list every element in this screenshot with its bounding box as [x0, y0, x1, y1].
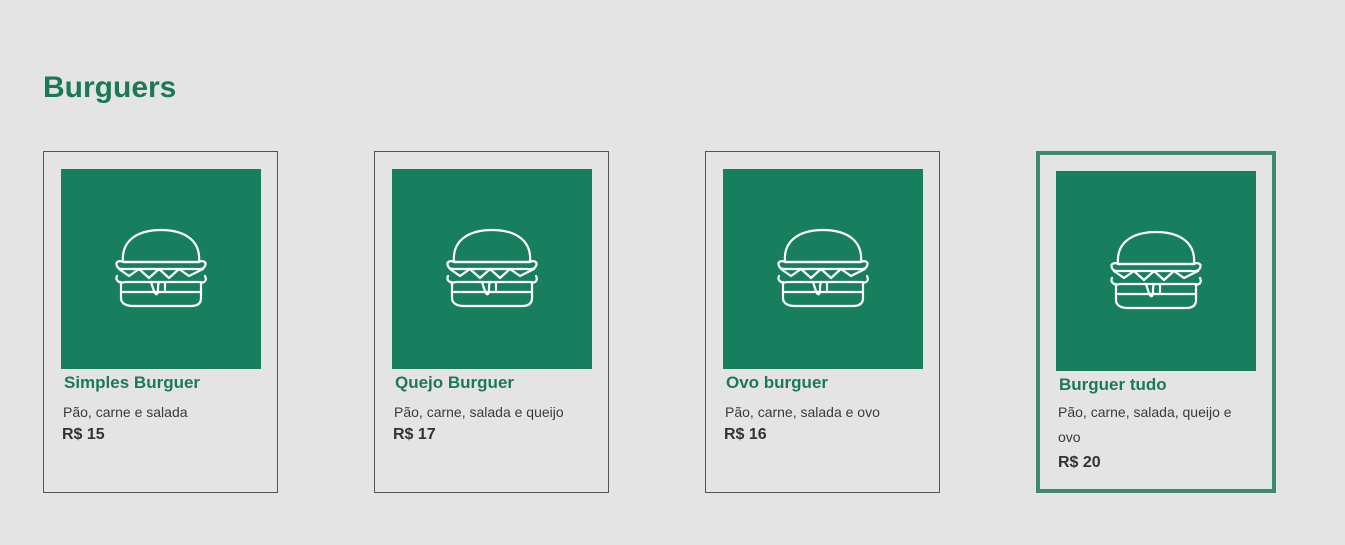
- product-description: Pão, carne e salada: [63, 404, 188, 420]
- product-description: Pão, carne, salada e ovo: [725, 404, 880, 420]
- product-card-quejo-burguer[interactable]: Quejo Burguer Pão, carne, salada e queij…: [374, 151, 609, 493]
- product-card-simples-burguer[interactable]: Simples Burguer Pão, carne e salada R$ 1…: [43, 151, 278, 493]
- product-name: Quejo Burguer: [395, 373, 515, 392]
- burger-icon: [446, 228, 538, 308]
- burger-icon: [777, 228, 869, 308]
- product-name: Simples Burguer: [64, 373, 201, 392]
- product-description: Pão, carne, salada, queijo e ovo: [1058, 404, 1232, 445]
- burger-icon: [1110, 230, 1202, 310]
- product-image: [61, 169, 261, 369]
- product-card-burguer-tudo[interactable]: Burguer tudo Pão, carne, salada, queijo …: [1036, 151, 1276, 493]
- product-image: [723, 169, 923, 369]
- product-price: R$ 17: [393, 426, 436, 443]
- product-grid: Simples Burguer Pão, carne e salada R$ 1…: [43, 151, 1283, 493]
- product-card-ovo-burguer[interactable]: Ovo burguer Pão, carne, salada e ovo R$ …: [705, 151, 940, 493]
- product-image: [1056, 171, 1256, 371]
- product-image: [392, 169, 592, 369]
- product-price: R$ 20: [1058, 454, 1101, 471]
- product-price: R$ 16: [724, 426, 767, 443]
- product-name: Burguer tudo: [1059, 375, 1167, 394]
- burger-icon: [115, 228, 207, 308]
- product-name: Ovo burguer: [726, 373, 829, 392]
- page-title: Burguers: [43, 71, 177, 104]
- product-description: Pão, carne, salada e queijo: [394, 404, 564, 420]
- product-price: R$ 15: [62, 426, 105, 443]
